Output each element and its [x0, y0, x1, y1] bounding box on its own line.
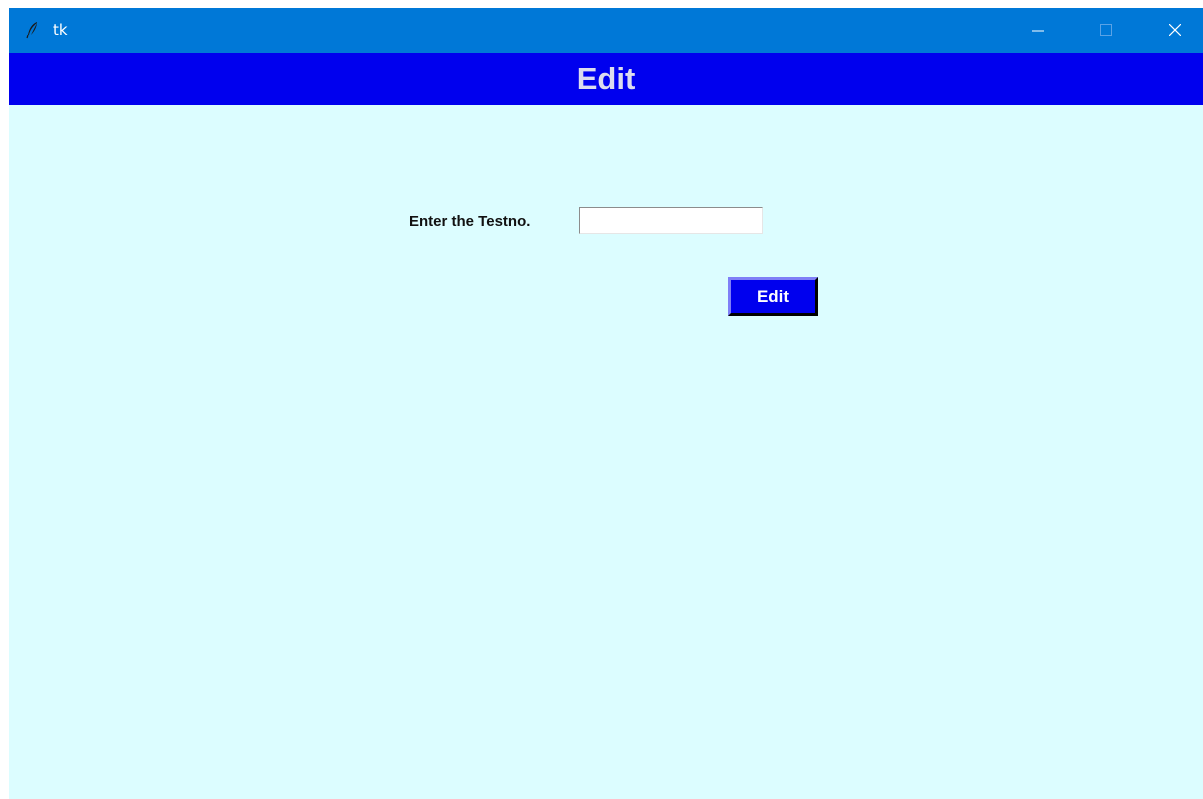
- close-button[interactable]: [1152, 8, 1198, 53]
- window-title: tk: [53, 21, 68, 39]
- edit-button[interactable]: Edit: [728, 277, 818, 316]
- testno-input[interactable]: [579, 207, 763, 234]
- maximize-icon: [1100, 24, 1112, 36]
- feather-icon: [25, 21, 41, 39]
- page-header: Edit: [9, 53, 1203, 105]
- app-window: tk Edit Enter the Testno. Edit: [9, 8, 1203, 799]
- maximize-button[interactable]: [1083, 8, 1129, 53]
- minimize-button[interactable]: [1015, 8, 1061, 53]
- title-bar[interactable]: tk: [9, 8, 1203, 53]
- close-icon: [1169, 24, 1181, 36]
- minimize-icon: [1032, 30, 1044, 32]
- page-title: Edit: [576, 61, 636, 96]
- testno-label: Enter the Testno.: [409, 213, 531, 230]
